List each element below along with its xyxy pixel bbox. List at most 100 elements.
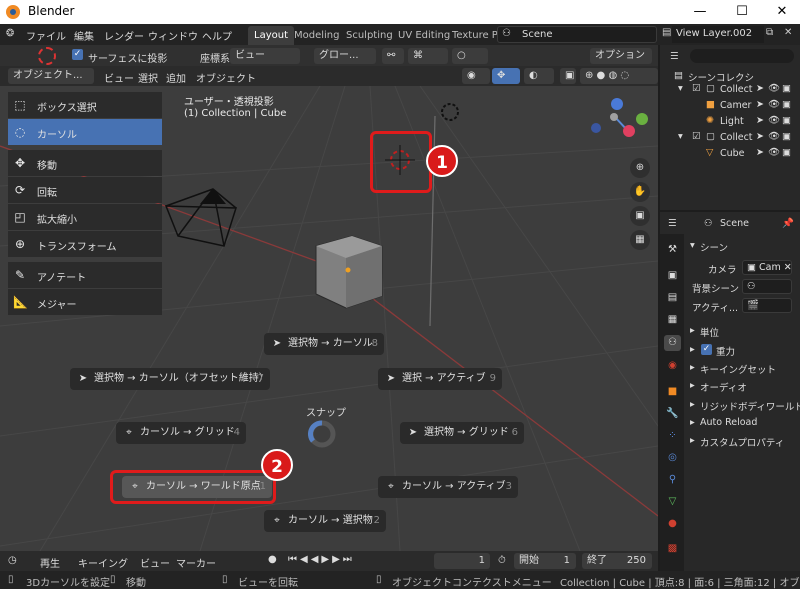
tool-box-select[interactable]: ⬚ ボックス選択	[8, 92, 162, 118]
zoom-icon[interactable]: ⊕	[630, 158, 650, 178]
close-button[interactable]: ✕	[762, 0, 800, 24]
camera-view-icon[interactable]: ▣	[630, 206, 650, 226]
expand-icon[interactable]: ▾	[678, 131, 683, 142]
expand-icon[interactable]: ▸	[690, 399, 695, 410]
tab-texture-paint[interactable]: Texture P	[446, 26, 504, 45]
tool-transform[interactable]: ⊕ トランスフォーム	[8, 231, 162, 257]
maximize-button[interactable]: ☐	[722, 0, 762, 24]
auto-reload-panel[interactable]: Auto Reload	[700, 417, 757, 428]
clear-camera-icon[interactable]: ✕	[784, 262, 791, 273]
render-tab-icon[interactable]: ▣	[664, 268, 681, 284]
remove-layer-icon[interactable]: ✕	[784, 27, 792, 38]
physics-tab-icon[interactable]: ◎	[664, 450, 681, 466]
current-frame-field[interactable]: 1	[434, 553, 490, 569]
surface-project-checkbox[interactable]: ✓	[72, 49, 83, 60]
particles-tab-icon[interactable]: ⁘	[664, 428, 681, 444]
blender-menu-icon[interactable]: ❂	[6, 28, 14, 39]
menu-render[interactable]: レンダー	[104, 28, 144, 43]
select-arrow-icon[interactable]: ➤	[756, 147, 764, 158]
camera-render-icon[interactable]: ▣	[782, 115, 791, 126]
output-tab-icon[interactable]: ▤	[664, 290, 681, 306]
expand-icon[interactable]: ▸	[690, 435, 695, 446]
outliner-row-light[interactable]: ✺ Light ➤ 👁 ▣	[660, 114, 800, 130]
menu-edit[interactable]: 編集	[74, 28, 94, 43]
expand-icon[interactable]: ▸	[690, 417, 695, 428]
keying-sets-panel[interactable]: キーイングセット	[700, 362, 776, 376]
object-tab-icon[interactable]: ■	[664, 384, 681, 400]
select-arrow-icon[interactable]: ➤	[756, 131, 764, 142]
pie-selection-to-grid[interactable]: ➤ 選択物 → グリッド 6	[400, 422, 524, 444]
proportional-icon[interactable]: ○	[452, 48, 488, 64]
menu-playback[interactable]: 再生	[40, 555, 60, 570]
expand-icon[interactable]: ▾	[678, 83, 683, 94]
outliner-row-collection-2[interactable]: ▾ ☑ ▢ Collect ➤ 👁 ▣	[660, 130, 800, 146]
eye-icon[interactable]: 👁	[768, 115, 780, 126]
end-frame-field[interactable]: 終了 250	[582, 553, 652, 569]
visibility-icon[interactable]: ◉	[462, 68, 490, 84]
camera-render-icon[interactable]: ▣	[782, 83, 791, 94]
menu-select[interactable]: 選択	[138, 70, 158, 85]
menu-keying[interactable]: キーイング	[78, 555, 128, 570]
background-scene-field[interactable]: ⚇	[742, 279, 792, 294]
pan-hand-icon[interactable]: ✋	[630, 182, 650, 202]
outliner-search-input[interactable]	[690, 49, 794, 63]
orientation-dropdown[interactable]: グロー...	[314, 48, 376, 64]
menu-add[interactable]: 追加	[166, 70, 186, 85]
checkbox-icon[interactable]: ☑	[692, 131, 701, 142]
texture-tab-icon[interactable]: ▩	[664, 541, 681, 557]
menu-timeline-view[interactable]: ビュー	[140, 555, 170, 570]
menu-help[interactable]: ヘルプ	[202, 28, 232, 43]
data-tab-icon[interactable]: ▽	[664, 494, 681, 510]
expand-icon[interactable]: ▸	[690, 325, 695, 336]
outliner-row-collection[interactable]: ▾ ☑ ▢ Collect ➤ 👁 ▣	[660, 82, 800, 98]
eye-icon[interactable]: 👁	[768, 131, 780, 142]
pie-cursor-to-active[interactable]: ⌖ カーソル → アクティブ 3	[378, 476, 518, 498]
scene-selector[interactable]: ⚇ Scene	[497, 26, 657, 43]
tool-move[interactable]: ✥ 移動	[8, 150, 162, 176]
outliner-row-cube[interactable]: ▽ Cube ➤ 👁 ▣	[660, 146, 800, 162]
select-arrow-icon[interactable]: ➤	[756, 99, 764, 110]
expand-icon[interactable]: ▸	[690, 380, 695, 391]
copy-layer-icon[interactable]: ⧉	[766, 27, 773, 38]
xray-icon[interactable]: ▣	[560, 68, 576, 84]
menu-object[interactable]: オブジェクト	[196, 70, 256, 85]
pin-icon[interactable]: 📌	[782, 218, 794, 229]
pie-selection-to-cursor-offset[interactable]: ➤ 選択物 → カーソル（オフセット維持） 7	[70, 368, 270, 390]
tab-sculpting[interactable]: Sculpting	[340, 26, 399, 45]
overlay-icon[interactable]: ◐	[524, 68, 554, 84]
modifier-tab-icon[interactable]: 🔧	[664, 406, 681, 422]
camera-field[interactable]: ▣ Cam ✕	[742, 260, 792, 275]
tool-scale[interactable]: ◰ 拡大縮小	[8, 204, 162, 230]
expand-icon[interactable]: ▸	[690, 362, 695, 373]
eye-icon[interactable]: 👁	[768, 83, 780, 94]
tool-tab-icon[interactable]: ⚒	[664, 242, 681, 258]
playback-controls-icon[interactable]: ⏮◀◀▶▶⏭	[288, 554, 355, 565]
pie-cursor-to-grid[interactable]: ⌖ カーソル → グリッド 4	[116, 422, 246, 444]
audio-panel[interactable]: オーディオ	[700, 380, 747, 394]
expand-icon[interactable]: ▸	[690, 344, 695, 355]
gravity-panel[interactable]: 重力	[716, 344, 735, 358]
view-layer-tab-icon[interactable]: ▦	[664, 312, 681, 328]
tool-cursor[interactable]: ◌ カーソル	[8, 119, 162, 145]
eye-icon[interactable]: 👁	[768, 147, 780, 158]
options-dropdown[interactable]: オプション	[590, 48, 652, 64]
eye-icon[interactable]: 👁	[768, 99, 780, 110]
outliner-editor-icon[interactable]: ☰	[670, 51, 679, 62]
shading-modes-icon[interactable]: ⊕ ● ◍ ◌	[580, 68, 658, 84]
custom-properties-panel[interactable]: カスタムプロパティ	[700, 435, 800, 449]
tool-rotate[interactable]: ⟳ 回転	[8, 177, 162, 203]
menu-view[interactable]: ビュー	[104, 70, 134, 85]
camera-render-icon[interactable]: ▣	[782, 99, 791, 110]
properties-editor-icon[interactable]: ☰	[668, 218, 677, 229]
link-icon[interactable]: ⚯	[382, 48, 404, 64]
mode-dropdown[interactable]: オブジェクト...	[8, 68, 94, 84]
coord-dropdown[interactable]: ビュー	[230, 48, 300, 64]
stopwatch-icon[interactable]: ⏱	[498, 555, 506, 566]
select-arrow-icon[interactable]: ➤	[756, 115, 764, 126]
scene-section-title[interactable]: シーン	[700, 240, 728, 254]
pie-selection-to-cursor[interactable]: ➤ 選択物 → カーソル 8	[264, 333, 384, 355]
timeline-editor-icon[interactable]: ◷	[8, 555, 17, 566]
constraints-tab-icon[interactable]: ⚲	[664, 472, 681, 488]
pie-selection-to-active[interactable]: ➤ 選択 → アクティブ 9	[378, 368, 502, 390]
menu-marker[interactable]: マーカー	[176, 555, 216, 570]
